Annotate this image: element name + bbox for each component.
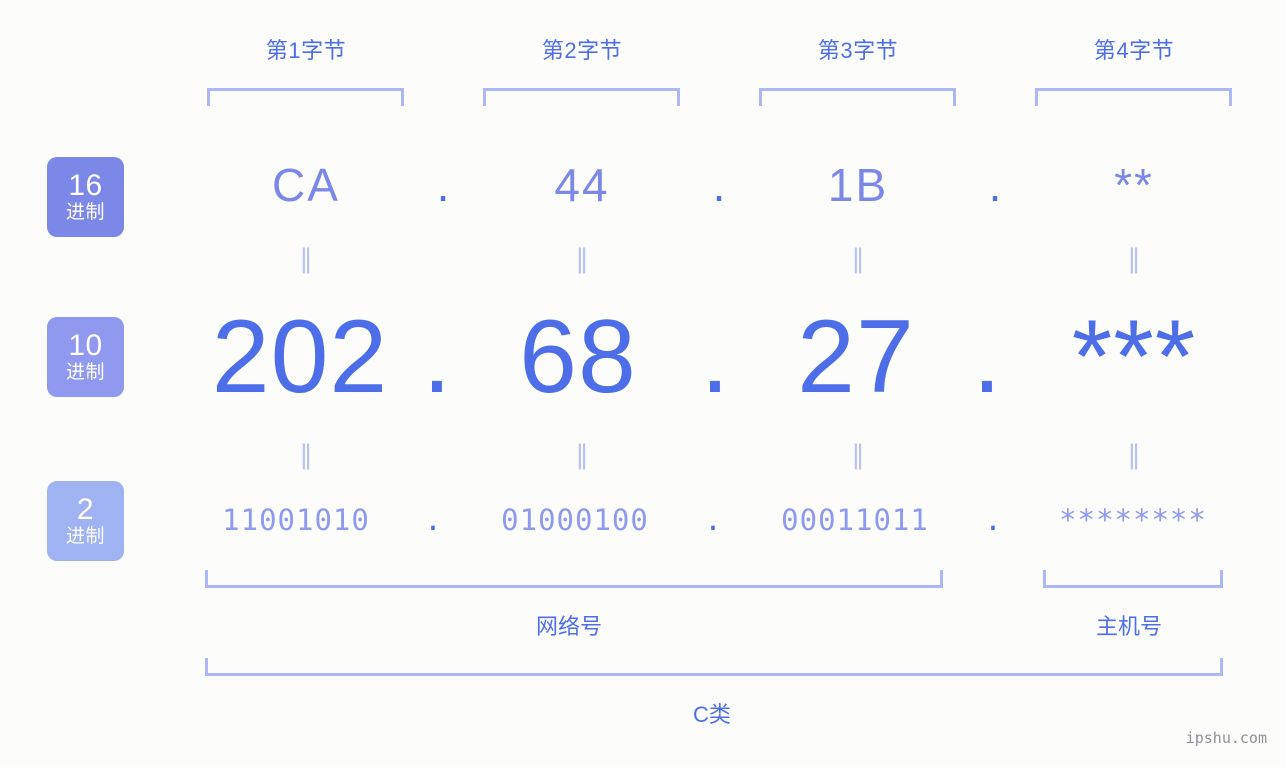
network-bracket: [205, 570, 943, 588]
binary-byte-2: 01000100: [501, 503, 649, 537]
network-label: 网络号: [535, 614, 602, 639]
decimal-byte-4: ***: [1071, 299, 1197, 415]
equals-icon-dec-bin-2: ‖: [575, 440, 589, 470]
byte-header-1: 第1字节: [265, 38, 347, 63]
decimal-separator-2: .: [700, 299, 730, 415]
hex-separator-1: .: [436, 159, 450, 211]
decimal-byte-2: 68: [519, 299, 637, 415]
decimal-separator-3: .: [972, 299, 1002, 415]
equals-icon-dec-bin-4: ‖: [1127, 440, 1141, 470]
equals-icon-dec-bin-3: ‖: [851, 440, 865, 470]
hex-byte-4: **: [1114, 159, 1154, 211]
binary-byte-4: ********: [1059, 503, 1207, 537]
byte-header-3: 第3字节: [817, 38, 899, 63]
binary-separator-2: .: [704, 503, 722, 537]
ip-address-breakdown-diagram: 第1字节 第2字节 第3字节 第4字节 16 进制 10 进制 2 进制 CA …: [0, 0, 1285, 767]
byte-bracket-3: [759, 88, 956, 106]
equals-icon-hex-dec-4: ‖: [1127, 244, 1141, 274]
equals-icon-hex-dec-2: ‖: [575, 244, 589, 274]
byte-header-2: 第2字节: [541, 38, 623, 63]
hex-separator-3: .: [988, 159, 1002, 211]
radix-badge-decimal: 10 进制: [47, 317, 124, 397]
class-bracket: [205, 658, 1223, 676]
equals-icon-hex-dec-1: ‖: [299, 244, 313, 274]
hex-byte-1: CA: [272, 159, 340, 211]
equals-icon-dec-bin-1: ‖: [299, 440, 313, 470]
byte-bracket-2: [483, 88, 680, 106]
radix-badge-binary: 2 进制: [47, 481, 124, 561]
byte-bracket-4: [1035, 88, 1232, 106]
radix-badge-binary-unit: 进制: [65, 526, 105, 547]
radix-badge-hex: 16 进制: [47, 157, 124, 237]
watermark: ipshu.com: [1185, 729, 1267, 747]
radix-badge-binary-number: 2: [76, 493, 95, 526]
host-bracket: [1043, 570, 1223, 588]
host-label: 主机号: [1095, 614, 1162, 639]
hex-separator-2: .: [712, 159, 726, 211]
radix-badge-hex-number: 16: [68, 169, 103, 202]
decimal-separator-1: .: [422, 299, 452, 415]
byte-bracket-1: [207, 88, 404, 106]
binary-byte-1: 11001010: [222, 503, 370, 537]
decimal-byte-1: 202: [211, 299, 389, 415]
byte-header-4: 第4字节: [1093, 38, 1175, 63]
radix-badge-decimal-unit: 进制: [65, 362, 105, 383]
binary-separator-1: .: [424, 503, 442, 537]
binary-separator-3: .: [984, 503, 1002, 537]
equals-icon-hex-dec-3: ‖: [851, 244, 865, 274]
hex-byte-2: 44: [554, 159, 610, 211]
radix-badge-hex-unit: 进制: [65, 202, 105, 223]
hex-byte-3: 1B: [827, 159, 889, 211]
radix-badge-decimal-number: 10: [68, 329, 103, 362]
decimal-byte-3: 27: [797, 299, 915, 415]
binary-byte-3: 00011011: [781, 503, 929, 537]
class-label: C类: [693, 702, 731, 727]
